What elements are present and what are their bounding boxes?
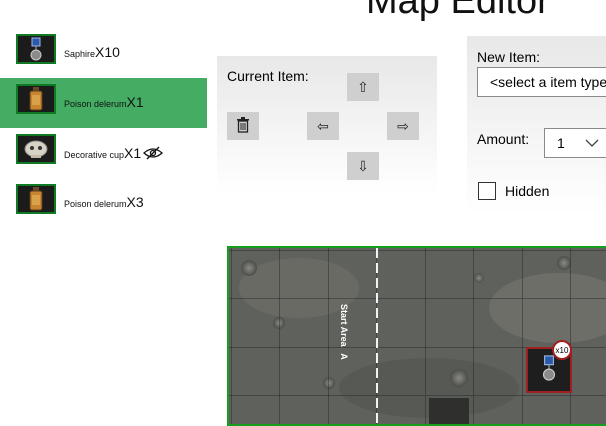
move-right-button[interactable]: ⇨: [387, 112, 419, 140]
start-area-label: Start Area A: [339, 304, 349, 360]
map-background: [229, 248, 606, 424]
item-list: Saphire X10 Poison delerum X1 Decorative…: [0, 28, 207, 228]
arrow-down-icon: ⇩: [357, 157, 369, 174]
item-count: X10: [95, 44, 120, 60]
hidden-label: Hidden: [505, 183, 550, 199]
poison-flask-icon: [16, 184, 56, 214]
new-item-label: New Item:: [477, 49, 541, 65]
hidden-checkbox[interactable]: [478, 182, 496, 200]
token-count-badge: x10: [552, 340, 572, 360]
trash-icon: [236, 116, 250, 136]
item-count: X1: [124, 145, 142, 161]
move-left-button[interactable]: ⇦: [307, 112, 339, 140]
poison-flask-icon: [16, 84, 56, 114]
move-down-button[interactable]: ⇩: [347, 152, 379, 180]
arrow-up-icon: ⇧: [357, 78, 369, 95]
new-item-panel: New Item: <select a item type> Amount: 1…: [467, 36, 606, 214]
chevron-down-icon: [585, 135, 599, 151]
item-name: Poison delerum: [64, 99, 127, 109]
current-item-label: Current Item:: [227, 68, 309, 84]
amount-select[interactable]: 1: [544, 128, 606, 158]
list-item[interactable]: Poison delerum X1: [0, 78, 207, 128]
sapphire-gem-icon: [16, 34, 56, 64]
current-item-panel: Current Item: ⇧ ⇦ ⇨ ⇩: [217, 56, 437, 194]
arrow-right-icon: ⇨: [397, 117, 409, 134]
item-name: Poison delerum: [64, 199, 127, 209]
item-type-select[interactable]: <select a item type>: [477, 67, 606, 97]
item-name: Decorative cup: [64, 150, 125, 160]
delete-button[interactable]: [227, 112, 259, 140]
hidden-eye-icon: [143, 146, 164, 165]
move-up-button[interactable]: ⇧: [347, 73, 379, 101]
list-item[interactable]: Decorative cup X1: [0, 128, 207, 178]
map-token[interactable]: x10: [526, 340, 572, 393]
page-title: Map Editor: [366, 0, 550, 22]
list-item[interactable]: Saphire X10: [0, 28, 207, 78]
item-count: X1: [126, 94, 144, 110]
arrow-left-icon: ⇦: [317, 117, 329, 134]
amount-value: 1: [557, 135, 565, 151]
amount-label: Amount:: [477, 131, 530, 147]
item-name: Saphire: [64, 49, 96, 59]
item-count: X3: [126, 194, 144, 210]
map-canvas[interactable]: Start Area A x10: [227, 246, 606, 426]
decorative-cup-icon: [16, 134, 56, 164]
list-item[interactable]: Poison delerum X3: [0, 178, 207, 228]
